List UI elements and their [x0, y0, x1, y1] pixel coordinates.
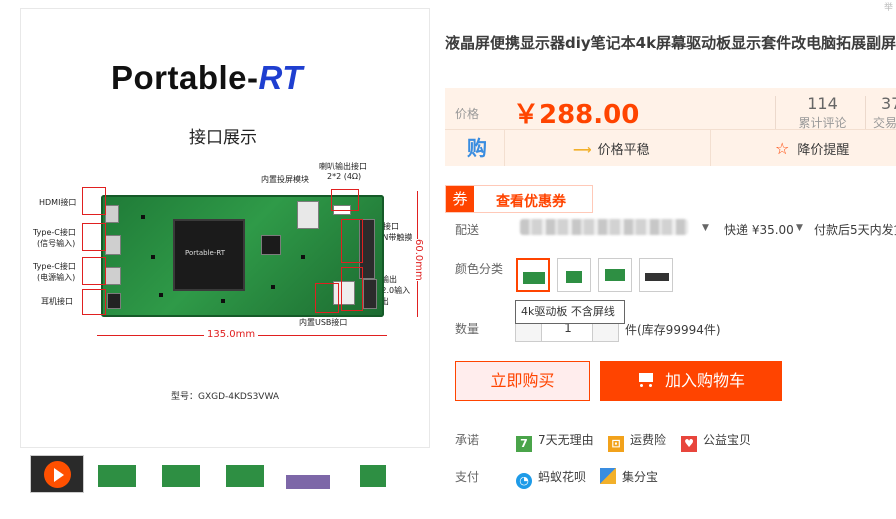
- highlight-key: [341, 267, 363, 311]
- label-typec-power: Type-C接口: [33, 262, 76, 271]
- price-drop-reminder[interactable]: ☆ 降价提醒: [775, 139, 849, 158]
- highlight-speaker: [331, 189, 359, 211]
- highlight-typec-signal: [82, 223, 106, 251]
- promise-label: 承诺: [455, 433, 480, 447]
- thumbnail-video[interactable]: [30, 455, 84, 493]
- price-label: 价格: [455, 107, 480, 121]
- jifenbao-icon: [600, 468, 616, 484]
- promise-seven-day[interactable]: 7 7天无理由: [516, 431, 594, 452]
- delivery-promise: 付款后5天内发货: [814, 223, 896, 237]
- price-panel: 价格 ￥288.00 114 累计评论 37 交易成 购 ⟶价格平稳 ☆降价提醒: [445, 88, 896, 166]
- label-typec-signal: Type-C接口: [33, 228, 76, 237]
- main-product-image[interactable]: Portable-RT 接口展示 HDMI接口 Type-C接口 (信号输入) …: [20, 8, 430, 448]
- star-icon: ☆: [775, 139, 790, 158]
- brand-logo: Portable-RT: [111, 59, 303, 96]
- label-hdmi: HDMI接口: [39, 198, 77, 207]
- thumbnail-3[interactable]: [154, 455, 208, 493]
- price-value: ￥288.00: [513, 100, 640, 130]
- shipping-insurance-icon: ⊡: [608, 436, 624, 452]
- variant-tooltip: 4k驱动板 不含屏线: [515, 300, 625, 324]
- label-usb: 内置USB接口: [299, 318, 348, 327]
- promise-charity[interactable]: ♥ 公益宝贝: [681, 431, 751, 452]
- width-dimension: 135.0mm: [204, 329, 259, 340]
- buy-now-button[interactable]: 立即购买: [455, 361, 590, 401]
- cart-icon: [637, 373, 655, 387]
- product-title: 液晶屏便携显示器diy笔记本4k屏幕驱动板显示套件改电脑拓展副屏: [445, 34, 896, 52]
- chevron-down-icon[interactable]: ▼: [796, 223, 803, 233]
- arrow-right-icon: ⟶: [573, 143, 592, 158]
- review-count-stat[interactable]: 114 累计评论: [785, 94, 860, 132]
- label-speaker: 喇叭输出接口: [319, 162, 367, 171]
- variant-label: 颜色分类: [455, 262, 504, 276]
- label-projection: 内置投屏模块: [261, 175, 309, 184]
- coupon-label: 查看优惠券: [496, 194, 566, 210]
- highlight-screen: [341, 219, 363, 263]
- shipping-fee[interactable]: 快递 ¥35.00: [724, 221, 794, 238]
- variant-option-2[interactable]: [557, 258, 591, 292]
- payment-huabei[interactable]: ◔ 蚂蚁花呗: [516, 468, 586, 489]
- highlight-usb: [315, 283, 339, 313]
- delivery-label: 配送: [455, 223, 480, 237]
- highlight-earphone: [82, 289, 106, 315]
- quantity-label: 数量: [455, 322, 480, 336]
- variant-option-4[interactable]: [639, 258, 673, 292]
- seven-day-icon: 7: [516, 436, 532, 452]
- variant-option-1[interactable]: [516, 258, 550, 292]
- gou-icon[interactable]: 购: [467, 136, 493, 160]
- charity-icon: ♥: [681, 436, 697, 452]
- product-page: 举 Portable-RT 接口展示 HDMI接口 Type-C接口 (信号输入…: [0, 0, 896, 519]
- play-icon: [44, 461, 71, 488]
- report-link[interactable]: 举: [884, 0, 893, 13]
- chevron-down-icon[interactable]: ▼: [702, 223, 709, 233]
- model-number: 型号：GXGD-4KDS3VWA: [171, 392, 280, 402]
- payment-label: 支付: [455, 470, 480, 484]
- thumbnail-5[interactable]: [282, 455, 336, 493]
- coupon-button[interactable]: 券 查看优惠券: [445, 185, 593, 213]
- delivery-address[interactable]: [520, 219, 688, 235]
- label-typec-signal-note: (信号输入): [37, 239, 76, 248]
- price-tools-row: 购 ⟶ 价格平稳 ☆ 降价提醒: [445, 129, 896, 166]
- highlight-hdmi: [82, 187, 106, 215]
- thumbnail-2[interactable]: [90, 455, 144, 493]
- thumbnail-4[interactable]: [218, 455, 272, 493]
- main-chip: Portable-RT: [173, 219, 245, 291]
- label-earphone: 耳机接口: [41, 297, 73, 306]
- height-dimension: 60.0mm: [413, 239, 424, 281]
- stock-info: 件(库存99994件): [625, 323, 721, 337]
- image-heading: 接口展示: [189, 128, 257, 148]
- thumbnail-strip: [26, 455, 426, 495]
- label-speaker-spec: 2*2 (4Ω): [327, 172, 362, 181]
- variant-option-3[interactable]: [598, 258, 632, 292]
- promise-shipping-insurance[interactable]: ⊡ 运费险: [608, 431, 666, 452]
- trade-count-stat[interactable]: 37 交易成: [873, 94, 896, 132]
- huabei-icon: ◔: [516, 473, 532, 489]
- payment-jifenbao[interactable]: 集分宝: [600, 468, 658, 485]
- label-typec-power-note: (电源输入): [37, 273, 76, 282]
- coupon-tag-icon: 券: [446, 186, 474, 212]
- highlight-typec-power: [82, 257, 106, 285]
- thumbnail-6[interactable]: [346, 455, 400, 493]
- price-trend[interactable]: ⟶ 价格平稳: [573, 139, 650, 158]
- add-to-cart-button[interactable]: 加入购物车: [600, 361, 782, 401]
